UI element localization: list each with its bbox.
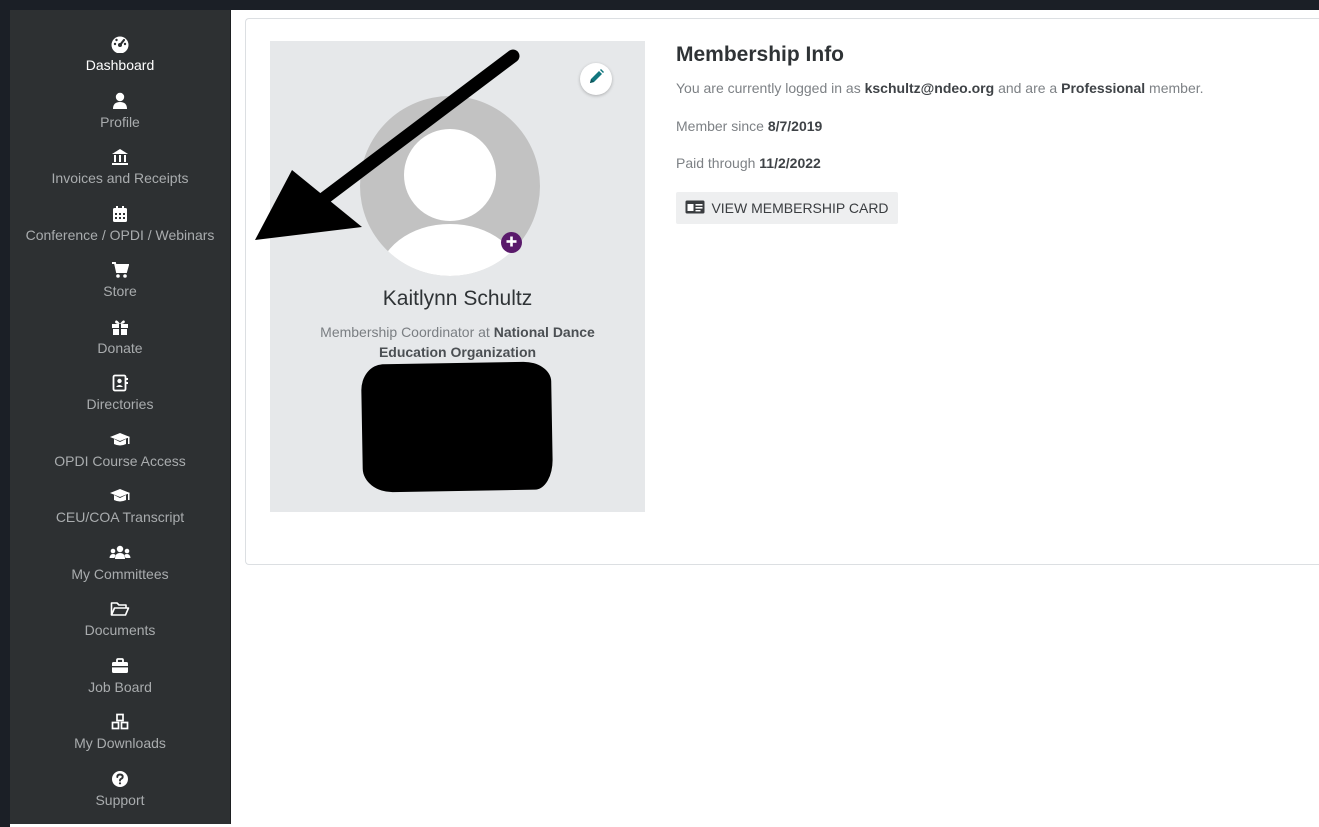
id-card-icon [685,200,705,217]
sidebar-item-label: Conference / OPDI / Webinars [25,227,215,243]
sidebar-item-label: My Downloads [74,735,166,751]
sidebar-item-label: Invoices and Receipts [51,170,189,186]
sidebar: Dashboard Profile Invoices and Receipts … [10,10,231,824]
briefcase-icon [111,656,129,676]
user-icon [112,91,128,111]
sidebar-item-opdi-course[interactable]: OPDI Course Access [10,426,230,480]
sidebar-item-invoices[interactable]: Invoices and Receipts [10,143,230,197]
folder-open-icon [110,599,130,619]
logged-suffix: member. [1149,80,1204,96]
sidebar-item-label: Store [103,283,137,299]
logged-in-status: You are currently logged in as kschultz@… [676,80,1204,96]
bank-icon [111,147,129,167]
member-level: Professional [1061,80,1146,96]
sidebar-item-label: Job Board [88,679,152,695]
paid-through-date: 11/2/2022 [759,155,821,171]
member-since-date: 8/7/2019 [767,118,823,134]
cubes-icon [110,712,130,732]
membership-info-title: Membership Info [676,43,845,66]
sidebar-item-label: Profile [100,114,140,130]
users-icon [109,543,131,563]
sidebar-item-documents[interactable]: Documents [10,595,230,649]
sidebar-item-conference[interactable]: Conference / OPDI / Webinars [10,200,230,254]
view-membership-card-label: VIEW MEMBERSHIP CARD [711,200,889,216]
tachometer-icon [110,34,130,54]
role-connector: at [478,324,490,340]
member-since-label: Member since [676,118,764,134]
app-window: Dashboard Profile Invoices and Receipts … [10,10,1319,827]
profile-panel: Kaitlynn Schultz Membership Coordinator … [270,41,645,512]
sidebar-item-label: Directories [86,396,154,412]
sidebar-item-store[interactable]: Store [10,256,230,310]
calendar-icon [112,204,128,224]
paid-through: Paid through 11/2/2022 [676,155,821,171]
membership-info: Membership Info You are currently logged… [676,43,1204,224]
pencil-icon [587,68,605,91]
sidebar-item-ceu-transcript[interactable]: CEU/COA Transcript [10,482,230,536]
gift-icon [111,317,129,337]
sidebar-item-support[interactable]: Support [10,765,230,819]
sidebar-item-committees[interactable]: My Committees [10,539,230,593]
redaction-mark [360,361,554,493]
paid-through-label: Paid through [676,155,756,171]
job-title: Membership Coordinator [320,324,475,340]
graduation-cap-icon [109,430,131,450]
address-book-icon [112,373,128,393]
sidebar-item-job-board[interactable]: Job Board [10,652,230,706]
graduation-cap-icon [109,486,131,506]
sidebar-item-label: Documents [84,622,156,638]
member-since: Member since 8/7/2019 [676,118,822,134]
sidebar-item-profile[interactable]: Profile [10,87,230,141]
sidebar-item-donate[interactable]: Donate [10,313,230,367]
dashboard-card: Kaitlynn Schultz Membership Coordinator … [245,18,1319,565]
sidebar-item-label: Support [95,792,145,808]
shopping-cart-icon [111,260,129,280]
sidebar-item-label: Donate [97,340,143,356]
sidebar-item-directories[interactable]: Directories [10,369,230,423]
sidebar-item-label: CEU/COA Transcript [55,509,185,525]
profile-role: Membership Coordinator at National Dance… [310,322,605,362]
sidebar-item-downloads[interactable]: My Downloads [10,708,230,762]
add-photo-button[interactable] [501,232,522,253]
avatar-head [404,129,496,221]
edit-profile-button[interactable] [580,63,612,95]
sidebar-item-label: My Committees [71,566,169,582]
sidebar-item-label: OPDI Course Access [54,453,186,469]
sidebar-item-label: Dashboard [85,57,155,73]
question-circle-icon [111,769,129,789]
member-email: kschultz@ndeo.org [864,80,995,96]
profile-name: Kaitlynn Schultz [382,287,533,310]
sidebar-item-dashboard[interactable]: Dashboard [10,30,230,84]
avatar-shoulders [378,224,522,276]
view-membership-card-button[interactable]: VIEW MEMBERSHIP CARD [676,192,898,224]
logged-middle: and are a [998,80,1058,96]
logged-prefix: You are currently logged in as [676,80,861,96]
plus-icon [506,234,517,252]
